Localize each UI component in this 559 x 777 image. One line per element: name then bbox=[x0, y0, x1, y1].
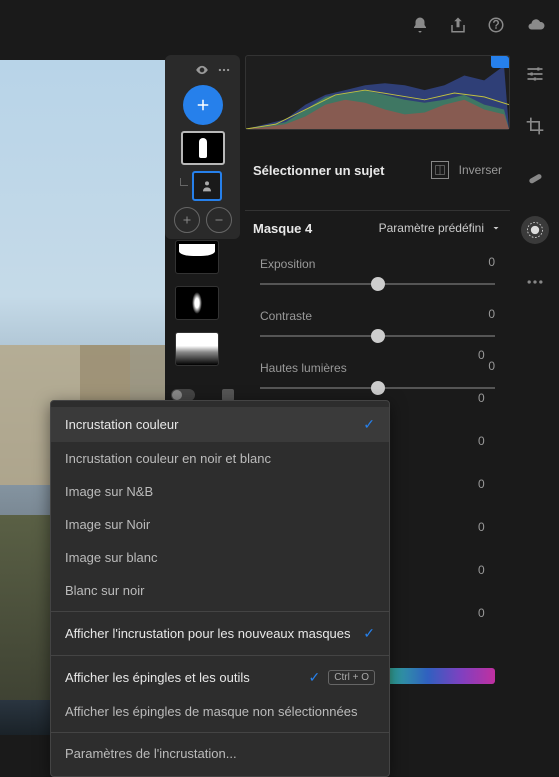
ctx-item-show-unselected-pins[interactable]: Afficher les épingles de masque non séle… bbox=[51, 695, 389, 728]
ctx-item-image-black[interactable]: Image sur Noir bbox=[51, 508, 389, 541]
slider-track[interactable] bbox=[260, 387, 495, 389]
slider-value: 0 bbox=[488, 255, 495, 269]
slider-value: 0 bbox=[488, 359, 495, 373]
ctx-item-show-pins[interactable]: Afficher les épingles et les outils ✓ Ct… bbox=[51, 660, 389, 695]
menu-label: Afficher l'incrustation pour les nouveau… bbox=[65, 626, 351, 641]
bell-icon[interactable] bbox=[411, 16, 429, 34]
mask-thumb-2[interactable] bbox=[175, 240, 219, 274]
menu-label: Paramètres de l'incrustation... bbox=[65, 746, 237, 761]
edit-sliders-icon[interactable] bbox=[521, 60, 549, 88]
slider-value: 0 bbox=[478, 348, 485, 362]
ctx-item-overlay-params[interactable]: Paramètres de l'incrustation... bbox=[51, 737, 389, 770]
slider-handle[interactable] bbox=[371, 277, 385, 291]
slider-track[interactable] bbox=[260, 283, 495, 285]
slider-contrast: Contraste 0 bbox=[260, 307, 495, 337]
top-toolbar bbox=[0, 0, 559, 50]
hidden-slider-values: 0 0 0 0 0 0 0 bbox=[478, 348, 485, 620]
slider-value: 0 bbox=[478, 434, 485, 448]
preset-label: Paramètre prédéfini bbox=[379, 221, 484, 235]
preset-dropdown[interactable]: Paramètre prédéfini bbox=[379, 221, 502, 235]
slider-label: Exposition bbox=[260, 257, 315, 271]
help-icon[interactable] bbox=[487, 16, 505, 34]
subtract-from-mask-button[interactable] bbox=[206, 207, 232, 233]
check-icon: ✓ bbox=[309, 669, 321, 686]
slider-handle[interactable] bbox=[371, 381, 385, 395]
menu-label: Image sur Noir bbox=[65, 517, 150, 532]
slider-handle[interactable] bbox=[371, 329, 385, 343]
check-icon: ✓ bbox=[363, 625, 375, 642]
ctx-item-show-overlay-new[interactable]: Afficher l'incrustation pour les nouveau… bbox=[51, 616, 389, 651]
ctx-item-image-white[interactable]: Image sur blanc bbox=[51, 541, 389, 574]
slider-value: 0 bbox=[478, 520, 485, 534]
select-subject-label: Sélectionner un sujet bbox=[253, 163, 384, 178]
ctx-item-white-black[interactable]: Blanc sur noir bbox=[51, 574, 389, 607]
menu-dots-icon[interactable] bbox=[217, 63, 231, 77]
slider-label: Hautes lumières bbox=[260, 361, 347, 375]
mask-icon[interactable] bbox=[521, 216, 549, 244]
menu-label: Incrustation couleur bbox=[65, 417, 178, 432]
slider-label: Contraste bbox=[260, 309, 312, 323]
more-icon[interactable] bbox=[521, 268, 549, 296]
histogram[interactable] bbox=[245, 55, 510, 130]
separator bbox=[51, 611, 389, 612]
menu-label: Blanc sur noir bbox=[65, 583, 144, 598]
heal-icon[interactable] bbox=[521, 164, 549, 192]
chevron-down-icon bbox=[490, 222, 502, 234]
check-icon: ✓ bbox=[363, 416, 375, 433]
ctx-item-image-bw[interactable]: Image sur N&B bbox=[51, 475, 389, 508]
separator bbox=[51, 655, 389, 656]
cloud-icon[interactable] bbox=[525, 16, 547, 34]
crop-icon[interactable] bbox=[521, 112, 549, 140]
mask-thumb-4[interactable] bbox=[175, 332, 219, 366]
kbd-shortcut: Ctrl + O bbox=[328, 670, 375, 685]
mask-subject-thumb[interactable] bbox=[192, 171, 222, 201]
add-to-mask-button[interactable] bbox=[174, 207, 200, 233]
eye-icon[interactable] bbox=[195, 63, 209, 77]
histogram-handle[interactable] bbox=[491, 56, 509, 68]
slider-highlights: Hautes lumières 0 bbox=[260, 359, 495, 389]
mask-thumb-1[interactable] bbox=[181, 131, 225, 165]
subject-bar: Sélectionner un sujet Inverser bbox=[245, 150, 510, 190]
mask-header: Masque 4 Paramètre prédéfini bbox=[245, 210, 510, 245]
menu-label: Afficher les épingles de masque non séle… bbox=[65, 704, 357, 719]
slider-value: 0 bbox=[478, 563, 485, 577]
slider-track[interactable] bbox=[260, 335, 495, 337]
slider-value: 0 bbox=[478, 391, 485, 405]
add-mask-button[interactable] bbox=[183, 85, 223, 125]
ctx-item-color-overlay[interactable]: Incrustation couleur ✓ bbox=[51, 407, 389, 442]
ctx-item-bw-overlay[interactable]: Incrustation couleur en noir et blanc bbox=[51, 442, 389, 475]
menu-label: Afficher les épingles et les outils bbox=[65, 670, 250, 685]
invert-icon[interactable] bbox=[431, 161, 449, 179]
right-toolbar bbox=[515, 60, 555, 296]
menu-label: Incrustation couleur en noir et blanc bbox=[65, 451, 271, 466]
sliders-group: Exposition 0 Contraste 0 Hautes lumières… bbox=[260, 255, 495, 389]
slider-exposure: Exposition 0 bbox=[260, 255, 495, 285]
slider-value: 0 bbox=[478, 477, 485, 491]
menu-label: Image sur N&B bbox=[65, 484, 153, 499]
slider-value: 0 bbox=[488, 307, 495, 321]
mask-name[interactable]: Masque 4 bbox=[253, 221, 312, 236]
context-menu: Incrustation couleur ✓ Incrustation coul… bbox=[50, 400, 390, 777]
share-icon[interactable] bbox=[449, 16, 467, 34]
slider-value: 0 bbox=[478, 606, 485, 620]
invert-label[interactable]: Inverser bbox=[459, 163, 502, 177]
menu-label: Image sur blanc bbox=[65, 550, 158, 565]
mask-thumb-list bbox=[175, 240, 219, 366]
mask-panel bbox=[165, 55, 240, 239]
mask-thumb-3[interactable] bbox=[175, 286, 219, 320]
separator bbox=[51, 732, 389, 733]
